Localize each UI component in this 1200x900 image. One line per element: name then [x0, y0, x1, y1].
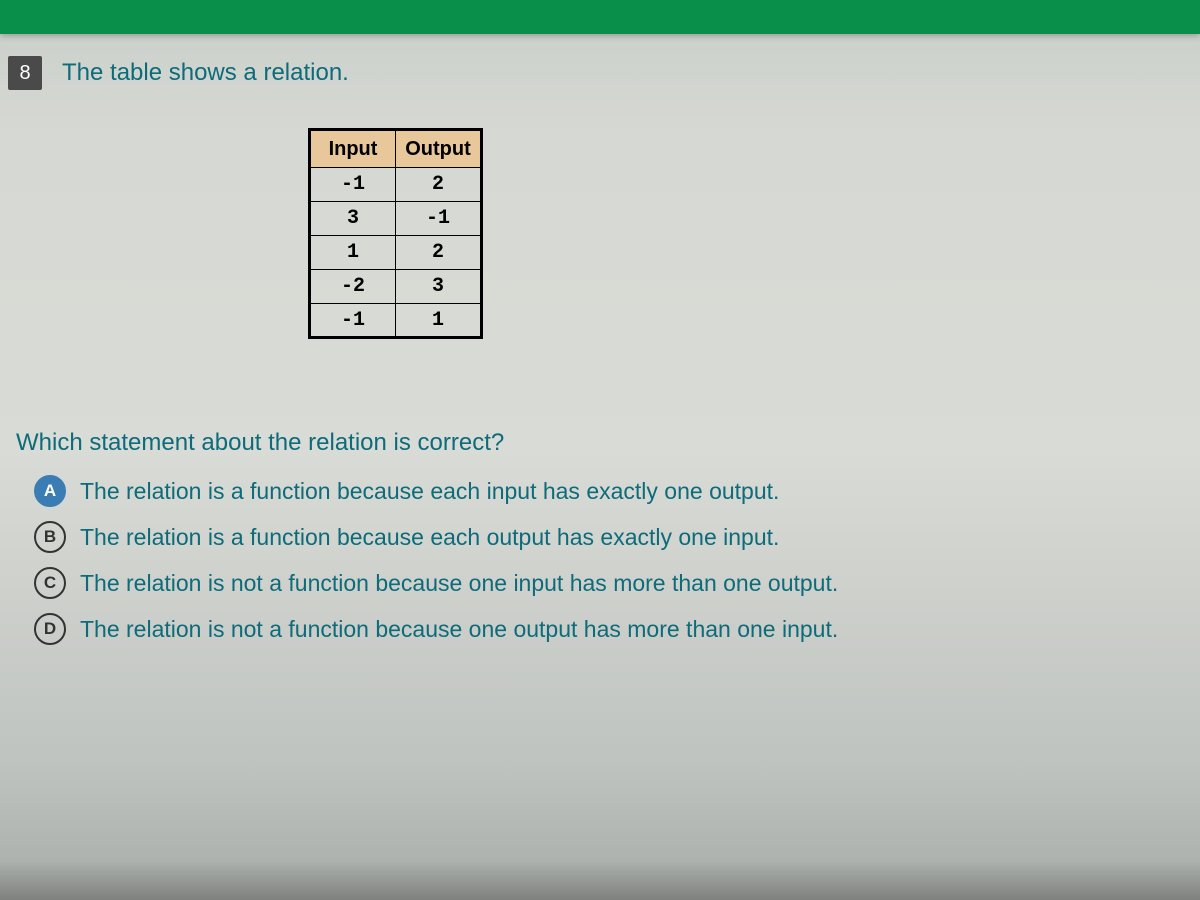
choice-text: The relation is a function because each … — [80, 524, 779, 551]
table-row: 3 -1 — [310, 202, 482, 236]
cell-input: -1 — [310, 168, 396, 202]
choice-a[interactable]: A The relation is a function because eac… — [34, 475, 1180, 507]
choice-text: The relation is not a function because o… — [80, 616, 838, 643]
table-row: 1 2 — [310, 236, 482, 270]
col-header-output: Output — [396, 130, 482, 168]
question-intro-text: The table shows a relation. — [62, 59, 349, 87]
cell-output: 2 — [396, 236, 482, 270]
relation-table-container: Input Output -1 2 3 -1 1 2 -2 — [308, 128, 1180, 339]
cell-input: 1 — [310, 236, 396, 270]
choice-letter-badge: C — [34, 567, 66, 599]
choice-b[interactable]: B The relation is a function because eac… — [34, 521, 1180, 553]
choice-letter-badge: B — [34, 521, 66, 553]
app-top-bar — [0, 0, 1200, 34]
cell-output: 2 — [396, 168, 482, 202]
choice-text: The relation is not a function because o… — [80, 570, 838, 597]
col-header-input: Input — [310, 130, 396, 168]
choice-letter: B — [44, 527, 56, 547]
cell-input: -2 — [310, 270, 396, 304]
table-row: -1 2 — [310, 168, 482, 202]
choice-letter: D — [44, 619, 56, 639]
choice-letter-badge: D — [34, 613, 66, 645]
cell-output: -1 — [396, 202, 482, 236]
question-number-badge: 8 — [8, 56, 42, 90]
cell-output: 3 — [396, 270, 482, 304]
bottom-shadow — [0, 860, 1200, 900]
table-header-row: Input Output — [310, 130, 482, 168]
choice-letter-badge: A — [34, 475, 66, 507]
choice-letter: A — [44, 481, 56, 501]
answer-choices: A The relation is a function because eac… — [34, 475, 1180, 645]
question-content: 8 The table shows a relation. Input Outp… — [8, 56, 1180, 659]
cell-input: 3 — [310, 202, 396, 236]
choice-text: The relation is a function because each … — [80, 478, 779, 505]
cell-output: 1 — [396, 304, 482, 338]
table-row: -1 1 — [310, 304, 482, 338]
relation-table: Input Output -1 2 3 -1 1 2 -2 — [308, 128, 483, 339]
table-row: -2 3 — [310, 270, 482, 304]
question-prompt: Which statement about the relation is co… — [16, 429, 1180, 457]
question-number: 8 — [19, 62, 30, 85]
choice-d[interactable]: D The relation is not a function because… — [34, 613, 1180, 645]
question-header: 8 The table shows a relation. — [8, 56, 1180, 90]
choice-letter: C — [44, 573, 56, 593]
choice-c[interactable]: C The relation is not a function because… — [34, 567, 1180, 599]
cell-input: -1 — [310, 304, 396, 338]
